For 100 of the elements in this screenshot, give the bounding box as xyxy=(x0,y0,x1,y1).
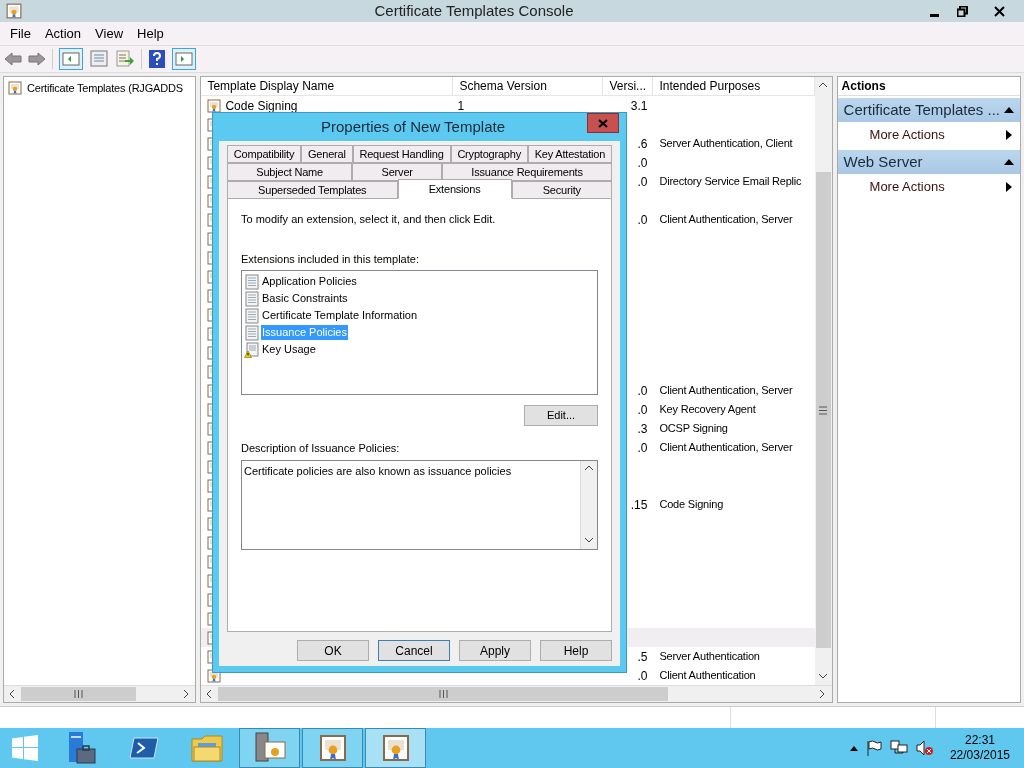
vertical-scrollbar[interactable] xyxy=(580,460,597,549)
table-cell: Code Signing xyxy=(659,498,724,511)
close-icon xyxy=(598,118,608,128)
table-row[interactable]: Code Signing 1 3.1 xyxy=(201,96,815,115)
taskbar-app[interactable] xyxy=(302,728,363,768)
action-item[interactable]: More Actions xyxy=(837,174,1020,200)
table-cell: Server Authentication xyxy=(659,650,760,663)
table-cell-text: .5 xyxy=(637,648,648,666)
table-cell: Client Authentication xyxy=(659,669,756,682)
table-cell-text: .0 xyxy=(637,401,648,419)
table-cell-text: .15 xyxy=(630,496,648,514)
description-box: Certificate policies are also known as issuance policies xyxy=(241,459,598,550)
table-cell: Client Authentication, Server xyxy=(659,441,793,454)
certificate-icon xyxy=(318,734,347,762)
tab[interactable]: Superseded Templates xyxy=(227,181,398,199)
list-item[interactable]: Application Policies xyxy=(261,274,358,289)
document-icon xyxy=(244,290,260,307)
dialog-button[interactable]: Help xyxy=(540,640,612,661)
pane-toggle-icon[interactable] xyxy=(59,48,83,70)
dialog-button[interactable]: Cancel xyxy=(378,640,450,661)
horizontal-scrollbar[interactable] xyxy=(201,685,832,702)
export-list-icon[interactable] xyxy=(115,49,135,69)
table-cell-text: .0 xyxy=(637,211,648,229)
taskbar-app[interactable] xyxy=(239,728,300,768)
horizontal-scrollbar[interactable] xyxy=(4,685,196,702)
tab[interactable]: Issuance Requirements xyxy=(442,163,612,181)
list-item[interactable]: Key Usage xyxy=(261,342,317,357)
grip-icon xyxy=(438,690,448,698)
grip-icon xyxy=(819,405,828,415)
list-item[interactable]: Certificate Template Information xyxy=(261,308,419,323)
table-cell: Directory Service Email Replic xyxy=(659,175,802,188)
table-cell: Key Recovery Agent xyxy=(659,403,756,416)
table-cell-text: .0 xyxy=(637,439,648,457)
scrollbar-thumb[interactable] xyxy=(21,687,136,701)
column-header[interactable]: Intended Purposes xyxy=(653,77,815,95)
muted-speaker-icon[interactable] xyxy=(915,740,934,756)
action-group-header[interactable]: Certificate Templates ... xyxy=(837,98,1020,122)
tab[interactable]: Extensions xyxy=(397,179,512,199)
collapse-icon xyxy=(1004,107,1014,113)
restore-icon xyxy=(956,5,968,17)
table-cell: 1 xyxy=(457,98,465,113)
forward-icon[interactable] xyxy=(28,52,46,66)
submenu-arrow-icon xyxy=(1006,130,1012,140)
action-pane-icon[interactable] xyxy=(172,48,196,70)
dialog-button[interactable]: OK xyxy=(297,640,369,661)
column-header[interactable]: Versi... xyxy=(603,77,654,95)
app-icon xyxy=(6,3,22,19)
help-icon[interactable] xyxy=(148,49,166,69)
edit-button[interactable]: Edit... xyxy=(524,405,598,426)
dialog-button[interactable]: Apply xyxy=(459,640,531,661)
column-header[interactable]: Template Display Name xyxy=(201,77,454,95)
pane-title: Actions xyxy=(837,77,1020,96)
grip-icon xyxy=(74,690,83,698)
document-icon xyxy=(244,273,260,290)
tab[interactable]: General xyxy=(301,145,353,163)
table-cell-text: 3.1 xyxy=(630,97,648,115)
dialog-title: Properties of New Template xyxy=(320,116,506,137)
collapse-icon xyxy=(1004,159,1014,165)
action-group-header[interactable]: Web Server xyxy=(837,150,1020,174)
table-cell-text: .0 xyxy=(637,382,648,400)
submenu-arrow-icon xyxy=(1006,182,1012,192)
action-item[interactable]: More Actions xyxy=(837,122,1020,148)
table-cell-text: .0 xyxy=(637,154,648,172)
tab[interactable]: Key Attestation xyxy=(527,145,612,163)
table-cell-text: .0 xyxy=(637,667,648,685)
tab[interactable]: Security xyxy=(511,181,612,199)
tree-item[interactable]: Certificate Templates (RJGADDS xyxy=(6,79,194,97)
description-label: Description of Issuance Policies: xyxy=(241,441,401,456)
back-icon[interactable] xyxy=(4,52,22,66)
table-cell: Client Authentication, Server xyxy=(659,213,793,226)
network-icon[interactable] xyxy=(889,740,908,756)
tab[interactable]: Server xyxy=(352,163,443,181)
certificate-icon xyxy=(8,81,22,95)
powershell-icon xyxy=(128,736,159,760)
instruction-text: To modify an extension, select it, and then click Edit. xyxy=(241,212,497,227)
folder-icon xyxy=(189,733,224,763)
document-icon xyxy=(244,307,260,324)
scrollbar-thumb[interactable] xyxy=(218,687,669,701)
menu-item[interactable]: Help xyxy=(131,23,170,44)
menu-item[interactable]: Action xyxy=(38,23,88,44)
close-icon xyxy=(993,5,1005,17)
tab[interactable]: Cryptography xyxy=(450,145,528,163)
show-hidden-icons[interactable] xyxy=(849,745,858,751)
scrollbar-thumb[interactable] xyxy=(815,172,831,648)
list-item[interactable]: Basic Constraints xyxy=(261,291,349,306)
taskbar-app[interactable] xyxy=(365,728,426,768)
tab[interactable]: Request Handling xyxy=(352,145,451,163)
table-cell-text: .0 xyxy=(637,173,648,191)
warning-document-icon xyxy=(244,341,260,358)
column-header[interactable]: Schema Version xyxy=(453,77,604,95)
flag-icon[interactable] xyxy=(865,740,882,756)
table-cell-text: .6 xyxy=(637,135,648,153)
vertical-scrollbar[interactable] xyxy=(814,77,832,685)
menu-item[interactable]: File xyxy=(4,23,37,44)
clock[interactable]: 22:31 22/03/2015 xyxy=(949,733,1010,763)
window-title: Certificate Templates Console xyxy=(373,0,575,21)
tab[interactable]: Compatibility xyxy=(227,145,302,163)
list-label: Extensions included in this template: xyxy=(241,251,420,267)
menu-item[interactable]: View xyxy=(89,23,130,44)
tab[interactable]: Subject Name xyxy=(227,163,353,181)
